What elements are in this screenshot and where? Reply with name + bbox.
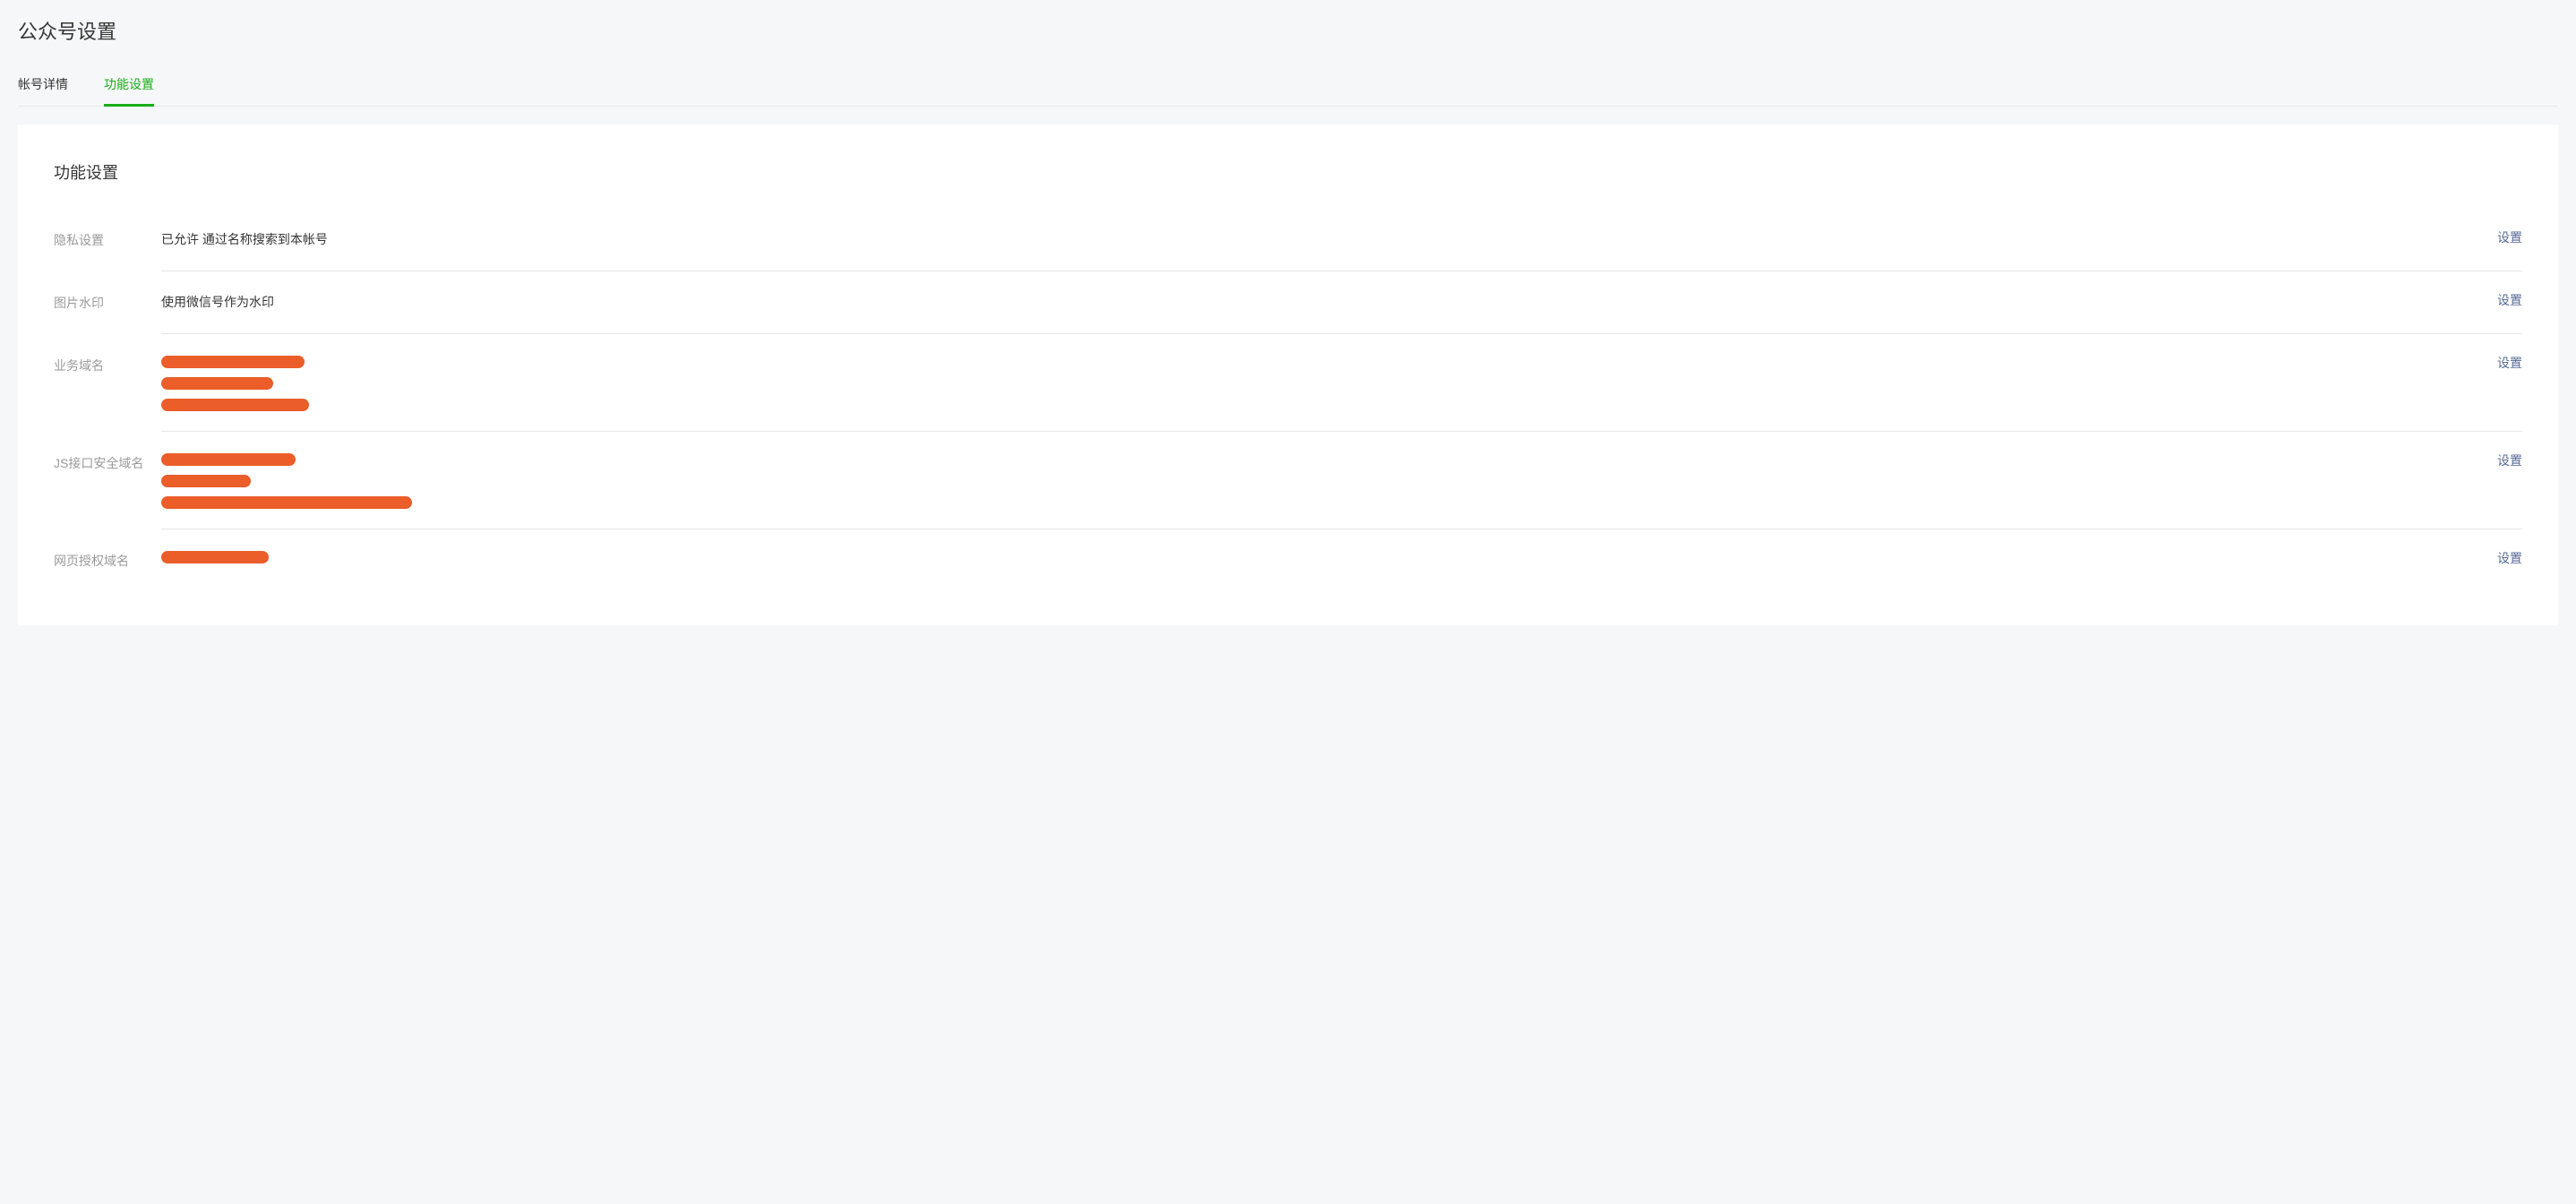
redaction-mark xyxy=(161,551,269,563)
setting-row-web-auth-domain: 网页授权域名 设置 xyxy=(54,549,2522,571)
settings-card: 功能设置 隐私设置 已允许 通过名称搜索到本帐号 设置 图片水印 使用微信号作为… xyxy=(18,125,2558,625)
page-title: 公众号设置 xyxy=(18,16,2558,45)
setting-label: 网页授权域名 xyxy=(54,549,161,571)
setting-value: 使用微信号作为水印 xyxy=(161,291,274,314)
setting-row-privacy: 隐私设置 已允许 通过名称搜索到本帐号 设置 xyxy=(54,228,2522,291)
settings-link[interactable]: 设置 xyxy=(2497,228,2522,246)
settings-link[interactable]: 设置 xyxy=(2497,549,2522,567)
redaction-mark xyxy=(161,356,305,368)
setting-row-js-domain: JS接口安全域名 设置 xyxy=(54,452,2522,549)
setting-row-business-domain: 业务域名 设置 xyxy=(54,354,2522,452)
settings-link[interactable]: 设置 xyxy=(2497,291,2522,309)
section-title: 功能设置 xyxy=(54,160,2522,184)
redaction-mark xyxy=(161,496,412,509)
tabs: 帐号详情 功能设置 xyxy=(18,66,2558,107)
setting-label: 业务域名 xyxy=(54,354,161,375)
settings-link[interactable]: 设置 xyxy=(2497,452,2522,469)
redaction-mark xyxy=(161,453,296,466)
setting-row-watermark: 图片水印 使用微信号作为水印 设置 xyxy=(54,291,2522,354)
tab-function-settings[interactable]: 功能设置 xyxy=(104,66,154,107)
tab-account-details[interactable]: 帐号详情 xyxy=(18,66,68,107)
redaction-mark xyxy=(161,399,309,411)
redaction-mark xyxy=(161,475,251,487)
setting-label: JS接口安全域名 xyxy=(54,452,161,473)
setting-value-redacted xyxy=(161,452,412,509)
setting-label: 图片水印 xyxy=(54,291,161,313)
setting-value-redacted xyxy=(161,549,269,563)
redaction-mark xyxy=(161,377,273,390)
setting-label: 隐私设置 xyxy=(54,228,161,250)
settings-link[interactable]: 设置 xyxy=(2497,354,2522,372)
setting-value: 已允许 通过名称搜索到本帐号 xyxy=(161,228,328,251)
setting-value-redacted xyxy=(161,354,309,411)
